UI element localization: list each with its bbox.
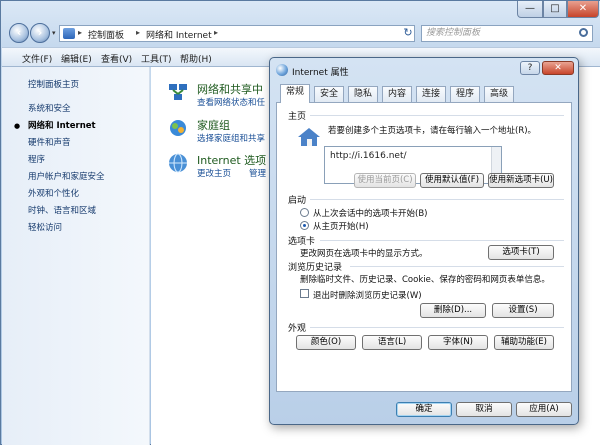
explorer-window: — □ ✕ ‹ › ▾ ▸ 控制面板 ▸ 网络和 Internet ▸ ↻ 搜索… bbox=[0, 0, 600, 445]
dialog-close-button[interactable]: ✕ bbox=[542, 61, 574, 75]
history-group-label: 浏览历史记录 bbox=[288, 263, 343, 273]
globe-icon bbox=[169, 153, 187, 173]
sidebar-item-clock-region[interactable]: 时钟、语言和区域 bbox=[28, 204, 96, 216]
breadcrumb-network-internet[interactable]: 网络和 Internet bbox=[146, 28, 212, 41]
radio-home-page-label[interactable]: 从主页开始(H) bbox=[313, 220, 369, 232]
divider bbox=[310, 199, 564, 200]
network-icon bbox=[169, 84, 187, 100]
tabs-description: 更改网页在选项卡中的显示方式。 bbox=[300, 249, 428, 259]
history-dropdown-icon[interactable]: ▾ bbox=[52, 29, 56, 37]
use-current-button[interactable]: 使用当前页(C) bbox=[354, 173, 416, 188]
sidebar-item-ease-of-access[interactable]: 轻松访问 bbox=[28, 221, 62, 233]
accessibility-button[interactable]: 辅助功能(E) bbox=[494, 335, 554, 350]
address-bar[interactable]: ▸ 控制面板 ▸ 网络和 Internet ▸ bbox=[59, 25, 415, 42]
fonts-button[interactable]: 字体(N) bbox=[428, 335, 488, 350]
sidebar-item-user-accounts[interactable]: 用户帐户和家庭安全 bbox=[28, 170, 105, 182]
tab-privacy[interactable]: 隐私 bbox=[348, 86, 379, 102]
radio-last-session[interactable] bbox=[300, 208, 309, 217]
home-description: 若要创建多个主页选项卡，请在每行输入一个地址(R)。 bbox=[328, 126, 537, 136]
radio-last-session-label[interactable]: 从上次会话中的选项卡开始(B) bbox=[313, 207, 427, 219]
startup-group-label: 启动 bbox=[288, 196, 307, 206]
category-link[interactable]: 查看网络状态和任 bbox=[197, 96, 265, 108]
breadcrumb-control-panel[interactable]: 控制面板 bbox=[88, 28, 124, 41]
chevron-right-icon: ▸ bbox=[78, 28, 83, 37]
category-title[interactable]: 网络和共享中 bbox=[197, 81, 263, 97]
appearance-group-label: 外观 bbox=[288, 324, 307, 334]
delete-on-exit-checkbox[interactable] bbox=[300, 289, 309, 298]
tabs-settings-button[interactable]: 选项卡(T) bbox=[488, 245, 554, 260]
ok-button[interactable]: 确定 bbox=[396, 402, 452, 417]
forward-button[interactable]: › bbox=[30, 23, 50, 43]
radio-home-page[interactable] bbox=[300, 221, 309, 230]
sidebar-item-network-internet[interactable]: 网络和 Internet bbox=[28, 119, 96, 131]
sidebar-item-system-security[interactable]: 系统和安全 bbox=[28, 102, 71, 114]
divider bbox=[350, 266, 564, 267]
help-button[interactable]: ? bbox=[520, 61, 540, 75]
history-settings-button[interactable]: 设置(S) bbox=[492, 303, 554, 318]
apply-button[interactable]: 应用(A) bbox=[516, 402, 572, 417]
tab-content[interactable]: 内容 bbox=[382, 86, 413, 102]
sidebar-item-hardware-sound[interactable]: 硬件和声音 bbox=[28, 136, 71, 148]
sidebar-item-control-panel-home[interactable]: 控制面板主页 bbox=[28, 78, 79, 90]
tab-connections[interactable]: 连接 bbox=[416, 86, 447, 102]
category-link[interactable]: 选择家庭组和共享 bbox=[197, 132, 265, 144]
internet-properties-dialog: Internet 属性 ? ✕ 常规 安全 隐私 内容 连接 程序 高级 主页 … bbox=[269, 57, 579, 425]
divider bbox=[310, 327, 564, 328]
category-title[interactable]: 家庭组 bbox=[197, 117, 230, 133]
home-page-value: http://i.1616.net/ bbox=[330, 151, 407, 161]
tab-security[interactable]: 安全 bbox=[314, 86, 345, 102]
category-link[interactable]: 管理 bbox=[249, 167, 266, 179]
search-placeholder: 搜索控制面板 bbox=[426, 28, 481, 38]
use-new-tab-button[interactable]: 使用新选项卡(U) bbox=[488, 173, 554, 188]
delete-history-button[interactable]: 删除(D)... bbox=[420, 303, 486, 318]
tabs-group-label: 选项卡 bbox=[288, 237, 316, 247]
back-button[interactable]: ‹ bbox=[9, 23, 29, 43]
tab-programs[interactable]: 程序 bbox=[450, 86, 481, 102]
divider bbox=[320, 240, 564, 241]
divider bbox=[310, 115, 564, 116]
delete-on-exit-label[interactable]: 退出时删除浏览历史记录(W) bbox=[313, 289, 422, 301]
cancel-button[interactable]: 取消 bbox=[456, 402, 512, 417]
arrow-left-icon: ‹ bbox=[16, 26, 22, 39]
internet-options-icon bbox=[276, 64, 288, 76]
menu-help[interactable]: 帮助(H) bbox=[180, 52, 212, 65]
refresh-icon[interactable]: ↻ bbox=[399, 25, 417, 42]
languages-button[interactable]: 语言(L) bbox=[362, 335, 422, 350]
sidebar-item-programs[interactable]: 程序 bbox=[28, 153, 45, 165]
homegroup-icon bbox=[170, 120, 186, 136]
search-input[interactable]: 搜索控制面板 bbox=[421, 25, 593, 42]
search-icon bbox=[579, 28, 588, 37]
arrow-right-icon: › bbox=[37, 26, 43, 39]
close-button[interactable]: ✕ bbox=[567, 1, 599, 18]
dialog-title: Internet 属性 bbox=[292, 68, 349, 78]
menu-file[interactable]: 文件(F) bbox=[22, 52, 52, 65]
colors-button[interactable]: 颜色(O) bbox=[296, 335, 356, 350]
menu-tools[interactable]: 工具(T) bbox=[141, 52, 172, 65]
minimize-button[interactable]: — bbox=[517, 1, 543, 18]
home-group-label: 主页 bbox=[288, 112, 307, 122]
navigation-pane: 控制面板主页 系统和安全 网络和 Internet 硬件和声音 程序 用户帐户和… bbox=[2, 67, 150, 445]
tab-advanced[interactable]: 高级 bbox=[484, 86, 515, 102]
sidebar-item-appearance[interactable]: 外观和个性化 bbox=[28, 187, 79, 199]
category-link[interactable]: 更改主页 bbox=[197, 167, 231, 179]
menu-edit[interactable]: 编辑(E) bbox=[61, 52, 92, 65]
menu-view[interactable]: 查看(V) bbox=[101, 52, 132, 65]
tab-general[interactable]: 常规 bbox=[280, 84, 311, 103]
use-default-button[interactable]: 使用默认值(F) bbox=[420, 173, 484, 188]
chevron-right-icon: ▸ bbox=[136, 28, 141, 37]
chevron-right-icon: ▸ bbox=[214, 28, 219, 37]
category-title[interactable]: Internet 选项 bbox=[197, 152, 266, 168]
control-panel-icon bbox=[63, 28, 75, 39]
home-icon bbox=[298, 128, 320, 146]
history-description: 删除临时文件、历史记录、Cookie、保存的密码和网页表单信息。 bbox=[300, 275, 550, 285]
maximize-button[interactable]: □ bbox=[543, 1, 567, 18]
current-item-marker: ● bbox=[14, 122, 21, 130]
